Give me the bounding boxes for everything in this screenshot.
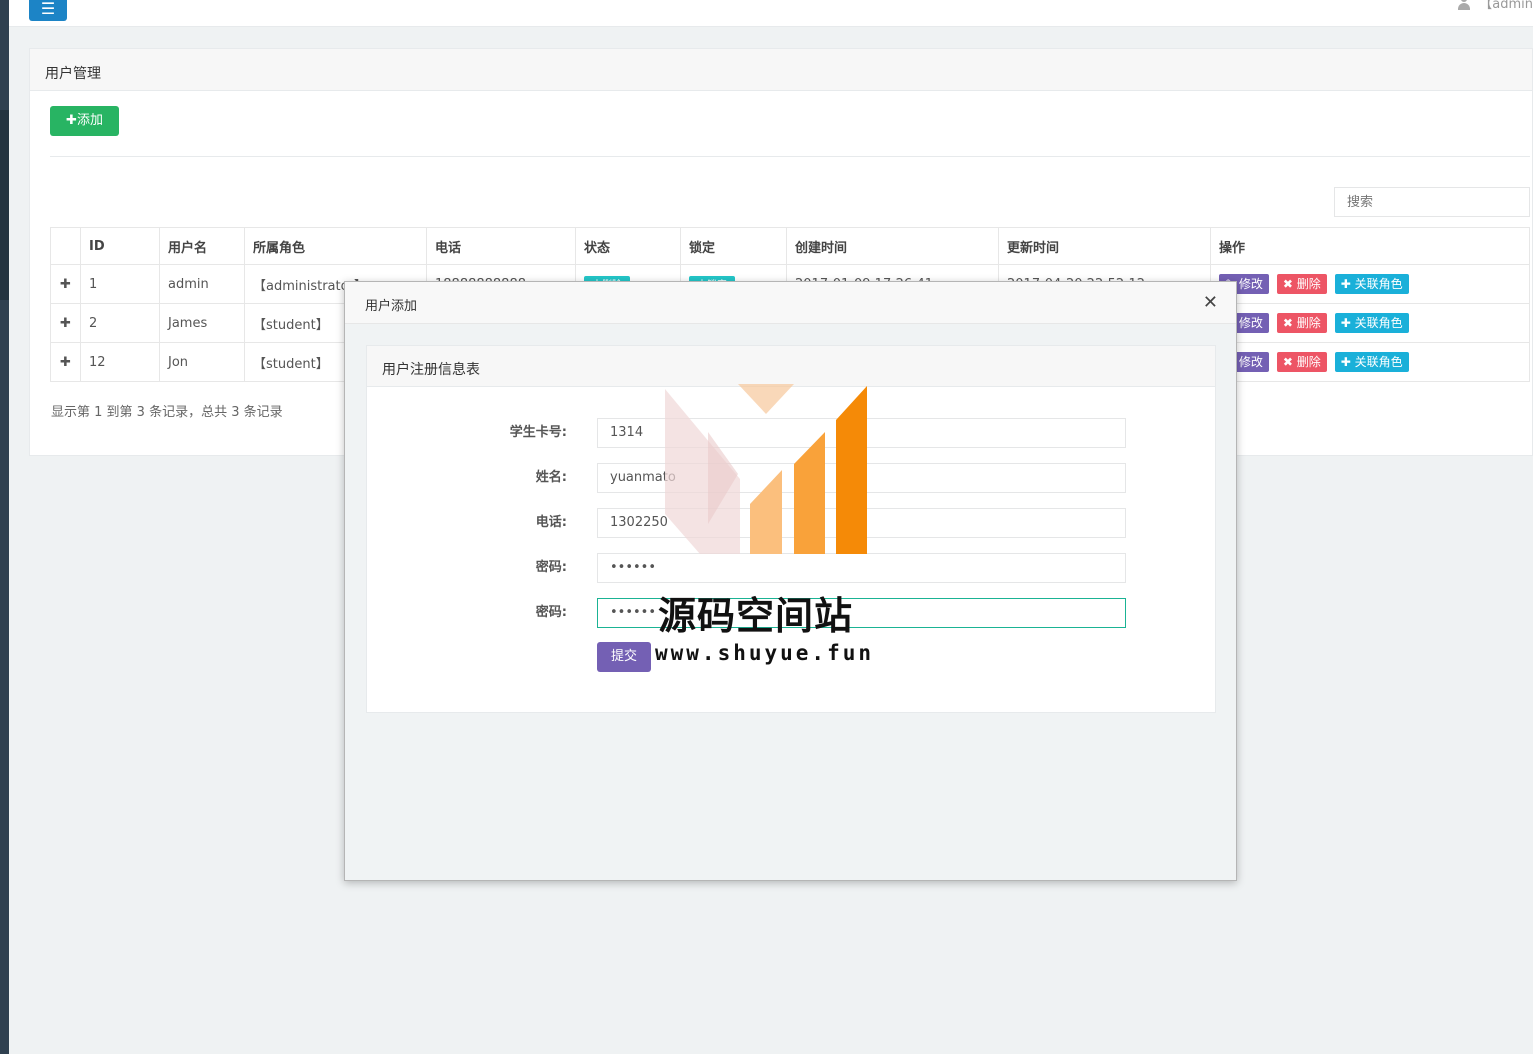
user-label: 【admin: [1479, 0, 1533, 12]
add-user-button[interactable]: ✚添加: [50, 106, 119, 136]
edit-label: 修改: [1238, 355, 1263, 369]
cell-username: Jon: [159, 342, 245, 382]
col-locked[interactable]: 锁定: [680, 227, 787, 265]
col-id[interactable]: ID: [80, 227, 160, 265]
phone-label: 电话:: [535, 515, 567, 530]
col-role[interactable]: 所属角色: [244, 227, 427, 265]
submit-button[interactable]: 提交: [597, 642, 651, 672]
user-icon: [1457, 0, 1471, 10]
delete-label: 删除: [1296, 277, 1321, 291]
link-role-label: 关联角色: [1354, 355, 1403, 369]
edit-label: 修改: [1238, 316, 1263, 330]
cell-id: 2: [80, 303, 160, 343]
card-number-input[interactable]: 1314: [597, 418, 1126, 448]
cell-username: James: [159, 303, 245, 343]
col-updated[interactable]: 更新时间: [998, 227, 1211, 265]
card-number-label: 学生卡号:: [509, 425, 567, 440]
bars-icon: ☰: [40, 0, 56, 18]
cell-ops: ✎ 修改 ✖ 删除 ✚ 关联角色: [1210, 264, 1530, 304]
cell-id: 12: [80, 342, 160, 382]
cell-ops: ✎ 修改 ✖ 删除 ✚ 关联角色: [1210, 303, 1530, 343]
delete-button[interactable]: ✖ 删除: [1276, 352, 1327, 372]
watermark-text: 源码空间站: [658, 594, 854, 638]
panel-title: 用户管理: [30, 49, 1532, 91]
search-input[interactable]: [1334, 187, 1530, 217]
delete-label: 删除: [1296, 355, 1321, 369]
name-input[interactable]: yuanmato: [597, 463, 1126, 493]
delete-button[interactable]: ✖ 删除: [1276, 274, 1327, 294]
col-username[interactable]: 用户名: [159, 227, 245, 265]
menu-toggle-button[interactable]: ☰: [29, 0, 67, 21]
form-row-card-number: 学生卡号: 1314: [367, 418, 1217, 448]
watermark-url: www.shuyue.fun: [655, 641, 875, 665]
expand-row-icon[interactable]: ✚: [50, 303, 81, 343]
delete-label: 删除: [1296, 316, 1321, 330]
col-expand: [50, 227, 81, 265]
phone-input[interactable]: 1302250: [597, 508, 1126, 538]
col-ops: 操作: [1210, 227, 1530, 265]
name-label: 姓名:: [535, 470, 567, 485]
link-role-label: 关联角色: [1354, 277, 1403, 291]
table-header-row: ID 用户名 所属角色 电话 状态 锁定 创建时间 更新时间 操作: [50, 227, 1530, 265]
expand-row-icon[interactable]: ✚: [50, 342, 81, 382]
form-row-password: 密码: ••••••: [367, 553, 1217, 583]
modal-header: 用户添加 ✕: [345, 282, 1236, 324]
sidebar-shade: [0, 110, 9, 300]
col-status[interactable]: 状态: [575, 227, 681, 265]
expand-row-icon[interactable]: ✚: [50, 264, 81, 304]
pagination-info: 显示第 1 到第 3 条记录，总共 3 条记录: [51, 405, 283, 420]
divider: [50, 156, 1530, 157]
cell-username: admin: [159, 264, 245, 304]
delete-button[interactable]: ✖ 删除: [1276, 313, 1327, 333]
close-icon[interactable]: ✕: [1203, 292, 1218, 313]
cell-ops: ✎ 修改 ✖ 删除 ✚ 关联角色: [1210, 342, 1530, 382]
link-role-label: 关联角色: [1354, 316, 1403, 330]
modal-title: 用户添加: [365, 299, 418, 314]
col-created[interactable]: 创建时间: [786, 227, 999, 265]
form-row-name: 姓名: yuanmato: [367, 463, 1217, 493]
confirm-password-label: 密码:: [535, 605, 567, 620]
cell-id: 1: [80, 264, 160, 304]
form-title: 用户注册信息表: [367, 346, 1215, 387]
link-role-button[interactable]: ✚ 关联角色: [1334, 352, 1409, 372]
add-user-modal: 用户添加 ✕ 用户注册信息表 学生卡号: 1314 姓名: yuanmato 电…: [344, 281, 1237, 881]
password-input[interactable]: ••••••: [597, 553, 1126, 583]
col-phone[interactable]: 电话: [426, 227, 576, 265]
form-row-phone: 电话: 1302250: [367, 508, 1217, 538]
password-label: 密码:: [535, 560, 567, 575]
top-navbar: ☰ 【admin: [9, 0, 1533, 27]
link-role-button[interactable]: ✚ 关联角色: [1334, 313, 1409, 333]
left-sidebar-strip: [0, 0, 9, 1054]
user-menu[interactable]: 【admin: [1457, 0, 1533, 12]
link-role-button[interactable]: ✚ 关联角色: [1334, 274, 1409, 294]
edit-label: 修改: [1238, 277, 1263, 291]
